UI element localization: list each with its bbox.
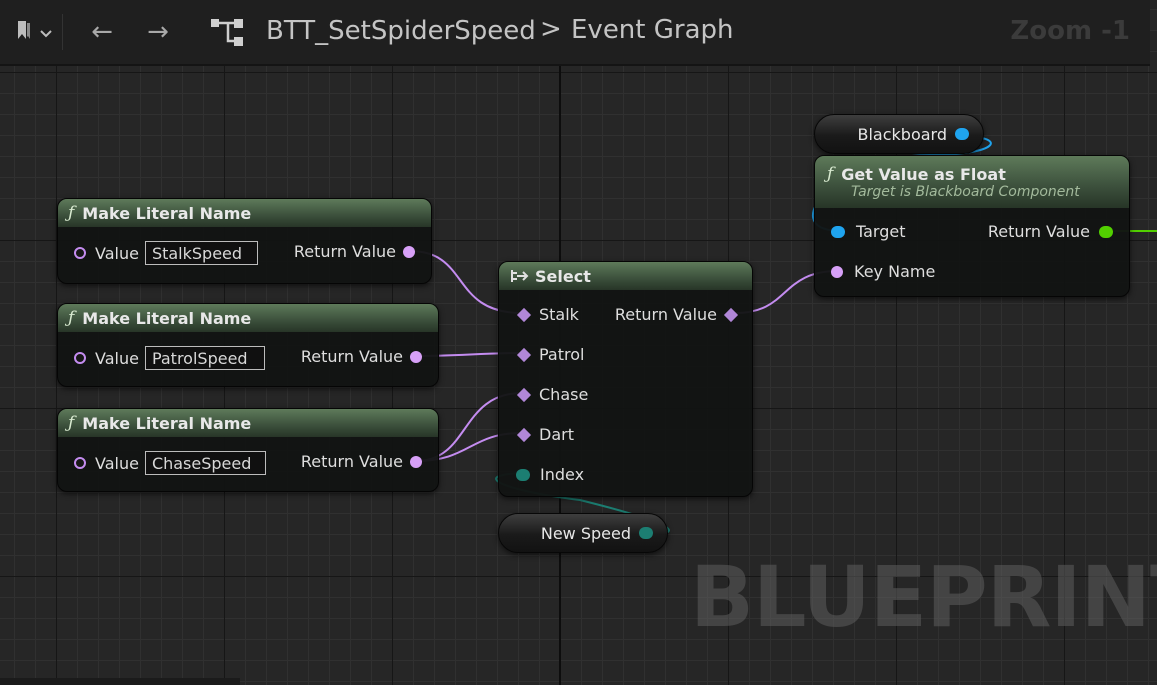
target-label: Target [856, 222, 906, 241]
breadcrumb-asset[interactable]: BTT_SetSpiderSpeed [266, 16, 536, 46]
select-return-row: Return Value [614, 305, 739, 324]
breadcrumb-graph[interactable]: Event Graph [571, 15, 734, 45]
return-value-pin[interactable] [403, 245, 415, 258]
return-value-label: Return Value [614, 305, 717, 324]
function-icon: ƒ [68, 203, 75, 223]
node-header: ƒ Make Literal Name [58, 304, 438, 332]
value-pin-row: Value ChaseSpeed [74, 451, 266, 475]
select-node[interactable]: Select Stalk Patrol Chase Dart Index Ret… [498, 261, 753, 497]
option-label: Chase [539, 385, 589, 404]
value-input-pin[interactable] [74, 457, 86, 469]
target-input-pin[interactable] [831, 225, 845, 238]
bookmark-icon [16, 20, 34, 44]
float-return-pin[interactable] [1099, 225, 1113, 238]
get-value-as-float-node[interactable]: ƒ Get Value as Float Target is Blackboar… [814, 155, 1130, 297]
node-title: Get Value as Float [841, 164, 1006, 184]
function-icon: ƒ [827, 164, 834, 184]
variable-label: Blackboard [857, 124, 948, 144]
option-pin-stalk[interactable]: Stalk [516, 305, 579, 324]
node-title: Select [535, 266, 591, 286]
new-speed-variable-node[interactable]: New Speed [498, 513, 668, 553]
make-literal-name-node-2[interactable]: ƒ Make Literal Name Value PatrolSpeed Re… [57, 303, 439, 387]
value-input-pin[interactable] [74, 352, 86, 364]
return-value-label: Return Value [300, 347, 403, 366]
value-text-field[interactable]: ChaseSpeed [144, 451, 266, 475]
return-value-pin[interactable] [723, 307, 739, 322]
key-name-pin-row[interactable]: Key Name [831, 262, 935, 281]
value-pin-label: Value [95, 453, 139, 473]
index-input-pin[interactable] [516, 468, 530, 481]
key-name-label: Key Name [854, 262, 936, 281]
back-button[interactable]: ← [82, 14, 122, 50]
node-title: Make Literal Name [82, 308, 252, 328]
variable-label: New Speed [540, 523, 631, 543]
dart-input-pin[interactable] [516, 427, 532, 442]
patrol-input-pin[interactable] [516, 347, 532, 362]
node-header: ƒ Get Value as Float Target is Blackboar… [815, 156, 1129, 208]
return-value-label: Return Value [293, 242, 396, 261]
breadcrumb-separator: > [540, 14, 562, 44]
node-title: Make Literal Name [82, 413, 252, 433]
new-speed-output-pin[interactable] [639, 527, 653, 539]
node-title: Make Literal Name [82, 203, 252, 223]
chevron-down-icon [40, 23, 52, 42]
target-pin-row[interactable]: Target [831, 222, 906, 241]
forward-arrow-icon: → [147, 17, 169, 47]
value-pin-label: Value [95, 243, 139, 263]
node-header: Select [499, 262, 752, 290]
value-pin-label: Value [95, 348, 139, 368]
blackboard-variable-node[interactable]: Blackboard [814, 114, 984, 154]
float-return-row: Return Value [988, 222, 1113, 241]
blueprint-watermark: BLUEPRINT [690, 548, 1157, 646]
option-label: Dart [539, 425, 574, 444]
option-pin-patrol[interactable]: Patrol [516, 345, 585, 364]
stalk-input-pin[interactable] [516, 307, 532, 322]
value-input-pin[interactable] [74, 247, 86, 259]
return-pin-row: Return Value [301, 347, 422, 366]
option-label: Patrol [539, 345, 585, 364]
key-name-input-pin[interactable] [831, 265, 843, 278]
return-pin-row: Return Value [301, 452, 422, 471]
function-icon: ƒ [68, 413, 75, 433]
node-header: ƒ Make Literal Name [58, 199, 431, 227]
back-arrow-icon: ← [91, 17, 113, 47]
node-header: ƒ Make Literal Name [58, 409, 438, 437]
return-value-pin[interactable] [410, 350, 422, 363]
zoom-label: Zoom -1 [1010, 16, 1130, 46]
value-pin-row: Value PatrolSpeed [74, 346, 265, 370]
graph-toolbar: ← → BTT_SetSpiderSpeed > Event Graph Zoo… [0, 0, 1150, 66]
graph-icon [205, 14, 249, 50]
option-pin-dart[interactable]: Dart [516, 425, 574, 444]
index-label: Index [540, 465, 585, 484]
value-pin-row: Value StalkSpeed [74, 241, 258, 265]
value-text-field[interactable]: PatrolSpeed [144, 346, 265, 370]
bookmark-button[interactable] [6, 14, 63, 50]
bottom-status-strip [0, 678, 240, 685]
forward-button[interactable]: → [138, 14, 178, 50]
return-value-label: Return Value [300, 452, 403, 471]
return-value-pin[interactable] [410, 455, 422, 468]
chase-input-pin[interactable] [516, 387, 532, 402]
index-pin-row[interactable]: Index [516, 465, 584, 484]
make-literal-name-node-1[interactable]: ƒ Make Literal Name Value StalkSpeed Ret… [57, 198, 432, 284]
node-subtitle: Target is Blackboard Component [851, 184, 1080, 200]
make-literal-name-node-3[interactable]: ƒ Make Literal Name Value ChaseSpeed Ret… [57, 408, 439, 492]
blackboard-output-pin[interactable] [955, 128, 969, 140]
select-icon [511, 269, 529, 283]
return-value-label: Return Value [987, 222, 1090, 241]
return-pin-row: Return Value [294, 242, 415, 261]
option-label: Stalk [539, 305, 579, 324]
value-text-field[interactable]: StalkSpeed [144, 241, 258, 265]
function-icon: ƒ [68, 308, 75, 328]
option-pin-chase[interactable]: Chase [516, 385, 589, 404]
